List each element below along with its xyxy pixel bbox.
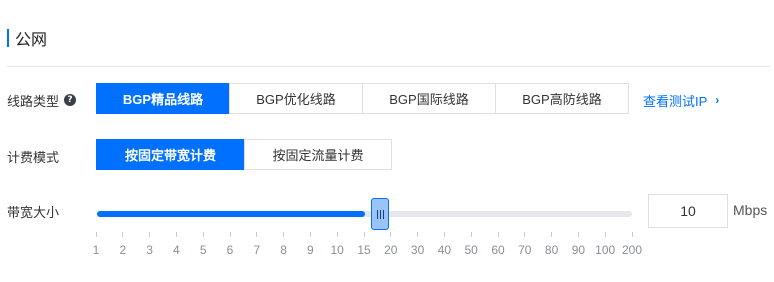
scale-tick-label: 7 [253, 243, 261, 257]
question-circle-icon[interactable]: ? [64, 94, 77, 106]
test-ip-link[interactable]: 查看测试IP › [643, 90, 719, 110]
scale-tick-mark [122, 232, 124, 237]
scale-tick-mark [551, 232, 553, 237]
bandwidth-scale: 1 2 3 4 5 6 7 8 9 10 15 20 30 40 50 60 70 80 90 100 200 [0, 232, 774, 262]
line-option-bgp-premium[interactable]: BGP精品线路 [96, 83, 230, 114]
scale-tick: 5 [188, 232, 218, 257]
section-divider [7, 66, 770, 67]
billing-option-fixed-traffic[interactable]: 按固定流量计费 [244, 139, 392, 170]
scale-tick-mark [256, 232, 258, 237]
scale-tick: 20 [376, 232, 406, 257]
billing-option-fixed-bandwidth[interactable]: 按固定带宽计费 [96, 139, 245, 170]
scale-tick-label: 40 [437, 243, 452, 257]
scale-tick: 60 [483, 232, 513, 257]
scale-tick-label: 6 [226, 243, 234, 257]
scale-tick-mark [229, 232, 231, 237]
scale-tick-label: 200 [621, 243, 643, 257]
scale-tick: 2 [108, 232, 138, 257]
scale-tick-label: 70 [518, 243, 532, 257]
scale-tick: 15 [349, 232, 379, 257]
section-title: 公网 [15, 32, 48, 49]
section-header: 公网 [7, 28, 48, 49]
scale-tick: 3 [135, 232, 165, 257]
scale-tick-mark [283, 232, 285, 237]
chevron-right-icon: › [715, 93, 720, 107]
bandwidth-slider-fill [97, 211, 365, 217]
scale-tick: 4 [161, 232, 191, 257]
scale-tick-mark [309, 232, 311, 237]
billing-mode-selector: 按固定带宽计费 按固定流量计费 [96, 139, 392, 170]
scale-tick: 40 [429, 232, 459, 257]
scale-tick-mark [497, 232, 499, 237]
scale-tick-label: 50 [464, 243, 478, 257]
scale-tick: 70 [510, 232, 540, 257]
scale-tick-mark [417, 232, 419, 237]
scale-tick-label: 60 [491, 243, 505, 257]
scale-tick-mark [363, 232, 365, 237]
scale-tick: 9 [295, 232, 325, 257]
line-type-label-group: 线路类型 ? [7, 90, 77, 110]
section-accent-bar [7, 29, 9, 47]
scale-tick-mark [524, 232, 526, 237]
scale-tick-label: 8 [280, 243, 287, 257]
scale-tick-mark [604, 232, 606, 237]
bandwidth-unit: Mbps [733, 202, 768, 218]
line-option-bgp-ddos[interactable]: BGP高防线路 [495, 83, 629, 114]
line-type-label: 线路类型 [7, 93, 60, 109]
scale-tick-mark [336, 232, 338, 237]
bandwidth-input[interactable] [648, 194, 728, 228]
scale-tick: 30 [403, 232, 433, 257]
scale-tick-label: 2 [119, 243, 127, 257]
scale-tick-label: 20 [384, 243, 398, 257]
scale-tick-label: 10 [330, 243, 344, 257]
scale-tick-label: 4 [173, 243, 180, 257]
bandwidth-slider-handle[interactable] [371, 198, 389, 230]
scale-tick: 80 [537, 232, 567, 257]
scale-tick-label: 9 [307, 243, 314, 257]
line-option-bgp-optimized[interactable]: BGP优化线路 [229, 83, 363, 114]
bandwidth-label: 带宽大小 [7, 204, 60, 220]
scale-tick-label: 80 [544, 243, 559, 257]
scale-tick-label: 100 [595, 243, 616, 257]
scale-tick: 7 [242, 232, 272, 257]
scale-tick: 1 [81, 232, 111, 257]
scale-tick-label: 1 [92, 243, 100, 257]
scale-tick-mark [175, 232, 177, 237]
scale-tick: 90 [563, 232, 593, 257]
scale-tick-mark [443, 232, 445, 237]
scale-tick-label: 5 [199, 243, 207, 257]
scale-tick: 200 [617, 232, 647, 257]
scale-tick-label: 15 [357, 243, 371, 257]
scale-tick-mark [202, 232, 204, 237]
scale-tick: 8 [269, 232, 299, 257]
scale-tick-mark [470, 232, 472, 237]
scale-tick: 10 [322, 232, 352, 257]
bandwidth-slider-track[interactable] [97, 211, 632, 217]
scale-tick: 50 [456, 232, 486, 257]
scale-tick: 100 [590, 232, 620, 257]
billing-label: 计费模式 [7, 149, 60, 165]
scale-tick-label: 30 [410, 243, 425, 257]
scale-tick-mark [631, 232, 633, 237]
scale-tick: 6 [215, 232, 245, 257]
scale-tick-label: 90 [571, 243, 586, 257]
scale-tick-mark [95, 232, 97, 237]
scale-tick-label: 3 [146, 243, 153, 257]
test-ip-link-label: 查看测试IP [643, 93, 708, 109]
scale-tick-mark [577, 232, 579, 237]
scale-tick-mark [390, 232, 392, 237]
scale-tick-mark [149, 232, 151, 237]
line-option-bgp-international[interactable]: BGP国际线路 [362, 83, 496, 114]
line-type-selector: BGP精品线路 BGP优化线路 BGP国际线路 BGP高防线路 [96, 83, 629, 114]
